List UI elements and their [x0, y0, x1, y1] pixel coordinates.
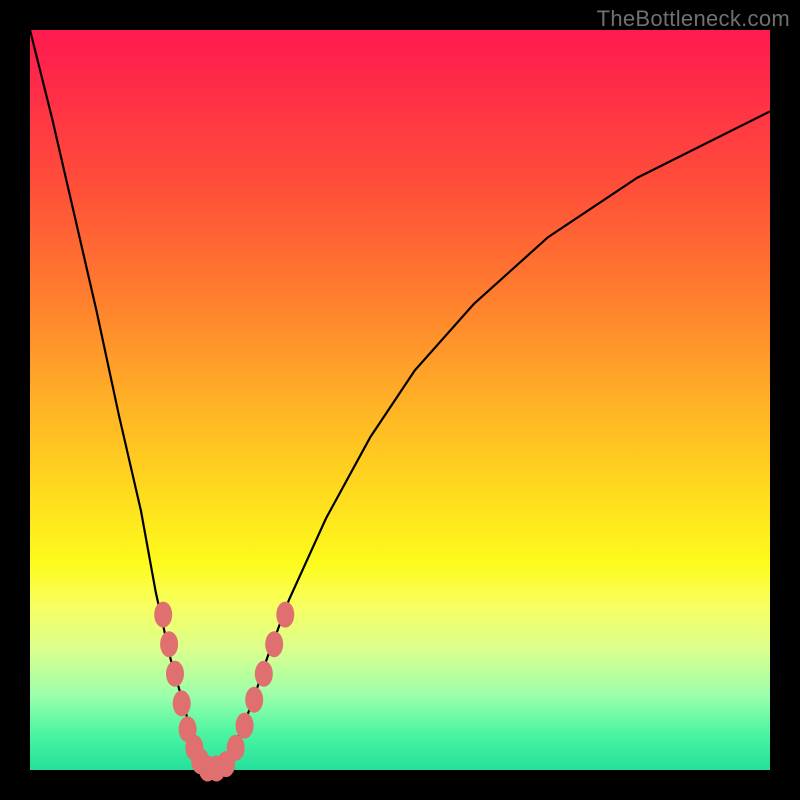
- marker-left-0: [154, 602, 172, 628]
- marker-left-1: [160, 631, 178, 657]
- plot-area: [30, 30, 770, 770]
- markers-group: [154, 602, 294, 782]
- marker-right-13: [255, 661, 273, 687]
- marker-left-3: [173, 690, 191, 716]
- marker-right-12: [245, 687, 263, 713]
- bottleneck-curve: [30, 30, 770, 770]
- chart-overlay: [30, 30, 770, 770]
- marker-right-15: [276, 602, 294, 628]
- marker-right-14: [265, 631, 283, 657]
- marker-right-11: [236, 713, 254, 739]
- marker-left-2: [166, 661, 184, 687]
- chart-frame: TheBottleneck.com: [0, 0, 800, 800]
- marker-right-10: [227, 735, 245, 761]
- watermark-text: TheBottleneck.com: [597, 6, 790, 32]
